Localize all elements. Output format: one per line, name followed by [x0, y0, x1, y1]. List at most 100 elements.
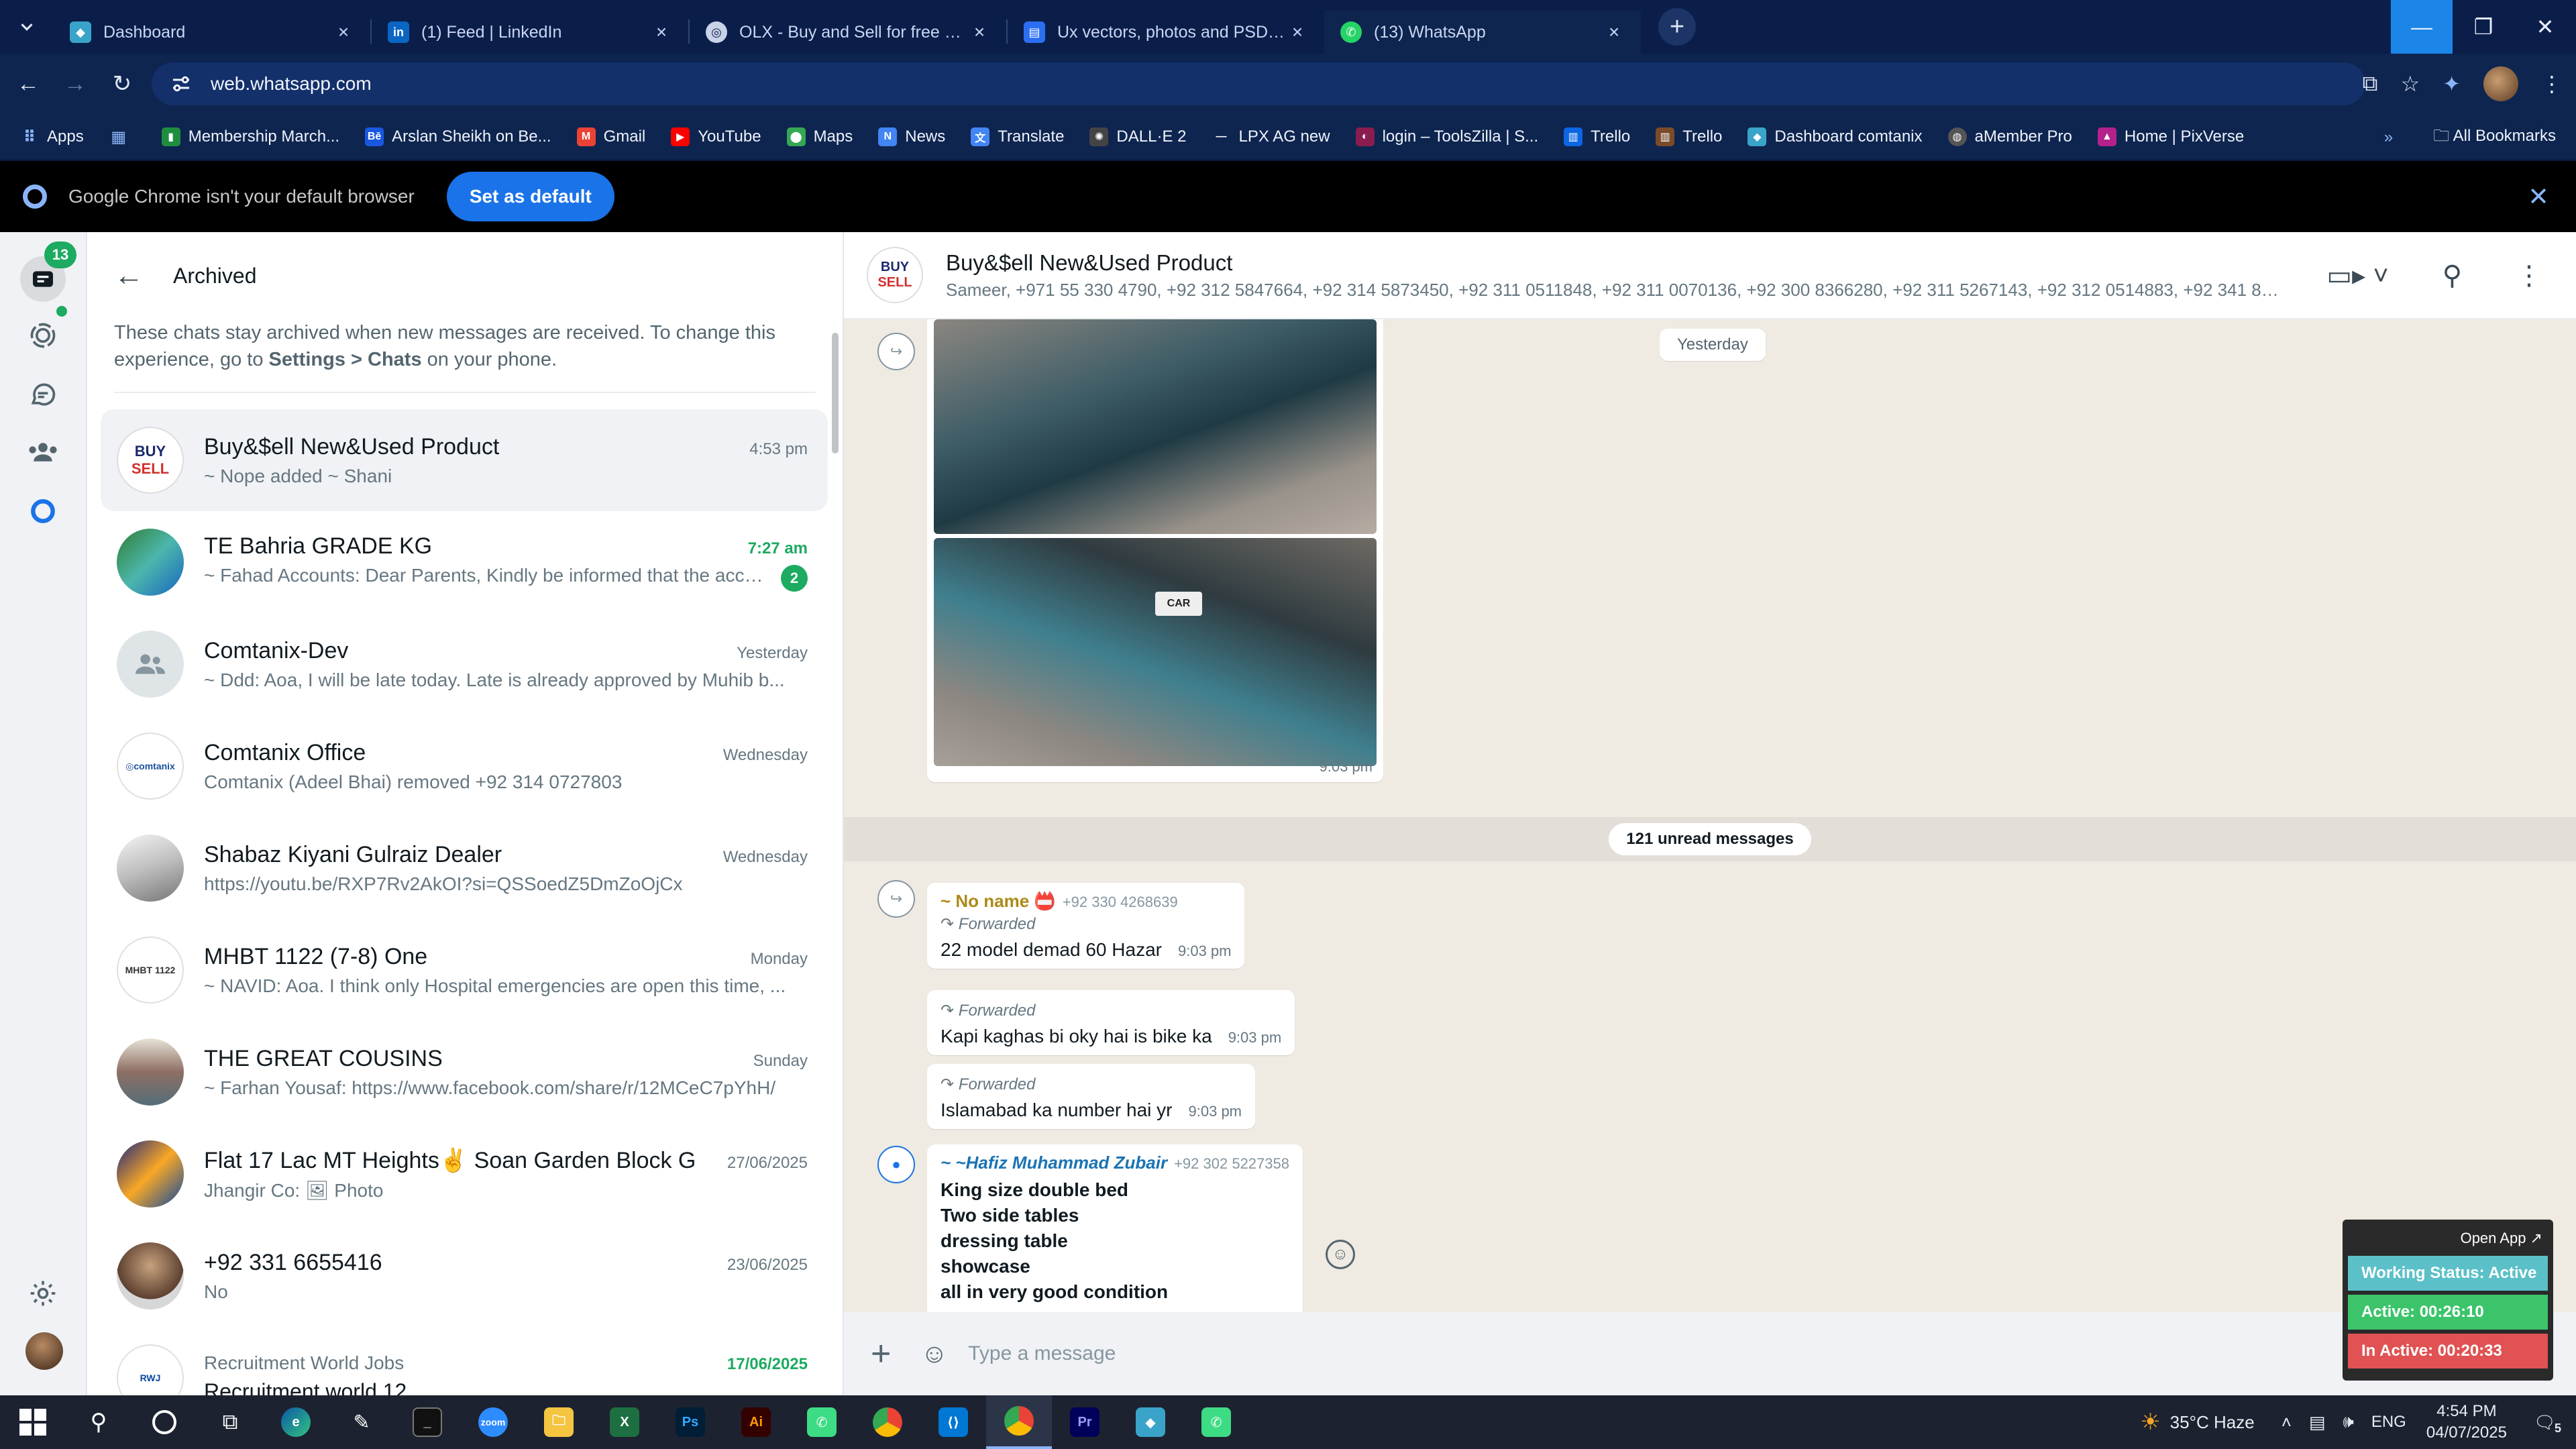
video-call-icon[interactable]: ▭▸ ˅: [2326, 260, 2388, 291]
pen-tool-icon[interactable]: ✎: [329, 1395, 394, 1449]
bookmark-trello-2[interactable]: ▥ Trello: [1656, 127, 1722, 146]
sticker-icon[interactable]: ☺: [920, 1339, 948, 1369]
sender-name[interactable]: ~ ~Hafiz Muhammad Zubair: [941, 1152, 1167, 1173]
attach-plus-icon[interactable]: +: [871, 1334, 891, 1374]
bookmark-grid[interactable]: ▦: [109, 127, 136, 146]
react-emoji-icon[interactable]: ☺: [1326, 1240, 1355, 1269]
bookmark-behance[interactable]: Bē Arslan Sheikh on Be...: [365, 127, 551, 146]
bookmark-membership[interactable]: ▮ Membership March...: [161, 127, 339, 146]
message-bubble[interactable]: ↷ Forwarded Islamabad ka number hai yr 9:…: [927, 1064, 1256, 1129]
settings-gear-icon[interactable]: [20, 1271, 66, 1316]
chat-list-scrollbar[interactable]: [832, 333, 839, 453]
search-icon[interactable]: ⚲: [2443, 260, 2462, 291]
weather-text[interactable]: 35°C Haze: [2170, 1412, 2255, 1433]
chrome-active-icon[interactable]: [986, 1395, 1052, 1449]
back-button[interactable]: ←: [9, 65, 47, 103]
menu-icon[interactable]: ⋮: [2516, 260, 2542, 291]
conversation-header[interactable]: BUY SELL Buy&$ell New&Used Product Sameer…: [844, 232, 2576, 319]
vscode-icon[interactable]: ⟨⟩: [920, 1395, 986, 1449]
forward-sender-icon[interactable]: ↪: [877, 333, 915, 370]
bookmark-translate[interactable]: 文 Translate: [971, 127, 1064, 146]
chrome-icon[interactable]: [855, 1395, 920, 1449]
close-icon[interactable]: ×: [651, 21, 672, 43]
close-icon[interactable]: ✕: [2528, 182, 2549, 212]
terminal-icon[interactable]: _: [394, 1395, 460, 1449]
bookmark-toolszilla[interactable]: ◐ login – ToolsZilla | S...: [1355, 127, 1538, 146]
motorbike-photo[interactable]: [934, 319, 1377, 534]
image-message[interactable]: CAR 9:03 pm: [927, 313, 1383, 782]
bookmark-youtube[interactable]: ▶ YouTube: [671, 127, 761, 146]
chat-item-comtanix-office[interactable]: ◎comtanix Comtanix Office Wednesday Comta…: [101, 715, 828, 817]
bookmark-lpx[interactable]: — LPX AG new: [1212, 127, 1330, 146]
weather-icon[interactable]: ☀: [2140, 1409, 2160, 1436]
chat-item-flat-17-lac[interactable]: Flat 17 Lac MT Heights✌️ Soan Garden Blo…: [101, 1123, 828, 1225]
chat-item-phone-6655416[interactable]: +92 331 6655416 23/06/2025 No: [101, 1225, 828, 1327]
language-indicator[interactable]: ENG: [2371, 1413, 2406, 1432]
chat-item-recruitment-world[interactable]: RWJ Recruitment World Jobs 17/06/2025 Rec…: [101, 1327, 828, 1395]
edge-icon[interactable]: e: [263, 1395, 329, 1449]
photoshop-icon[interactable]: Ps: [657, 1395, 723, 1449]
site-settings-icon[interactable]: [169, 72, 193, 96]
phone-app-icon[interactable]: ✆: [789, 1395, 855, 1449]
tab-olx[interactable]: ◎ OLX - Buy and Sell for free anyw ×: [690, 11, 1006, 54]
more-bookmarks-icon[interactable]: »: [2384, 128, 2393, 147]
chat-item-te-bahria[interactable]: TE Bahria GRADE KG 7:27 am ~ Fahad Accoun…: [101, 511, 828, 613]
sender-name[interactable]: ~ No name 📛: [941, 891, 1056, 911]
task-view-icon[interactable]: ⧉: [197, 1395, 263, 1449]
chat-item-great-cousins[interactable]: THE GREAT COUSINS Sunday ~ Farhan Yousaf:…: [101, 1021, 828, 1123]
tab-linkedin[interactable]: in (1) Feed | LinkedIn ×: [372, 11, 688, 54]
bookmark-amember[interactable]: ◍ aMember Pro: [1947, 127, 2072, 146]
bookmark-maps[interactable]: ⬤ Maps: [786, 127, 853, 146]
message-bubble[interactable]: ↷ Forwarded Kapi kaghas bi oky hai is bi…: [927, 990, 1295, 1055]
new-tab-button[interactable]: +: [1658, 8, 1696, 46]
address-bar[interactable]: web.whatsapp.com: [152, 62, 2365, 105]
status-icon[interactable]: [20, 313, 66, 358]
chat-item-comtanix-dev[interactable]: Comtanix-Dev Yesterday ~ Ddd: Aoa, I will…: [101, 613, 828, 715]
bookmark-dashboard-comtanix[interactable]: ◆ Dashboard comtanix: [1748, 127, 1923, 146]
message-bubble[interactable]: ~ ~Hafiz Muhammad Zubair +92 302 5227358 …: [927, 1144, 1303, 1319]
chat-item-shabaz-kiyani[interactable]: Shabaz Kiyani Gulraiz Dealer Wednesday ht…: [101, 817, 828, 919]
bookmark-apps[interactable]: ⠿ Apps: [20, 127, 84, 146]
cortana-icon[interactable]: [131, 1395, 197, 1449]
close-icon[interactable]: ×: [969, 21, 990, 43]
app-diamond-icon[interactable]: ◆: [1118, 1395, 1183, 1449]
communities-icon[interactable]: [20, 429, 66, 475]
zoom-icon[interactable]: zoom: [460, 1395, 526, 1449]
close-icon[interactable]: ×: [333, 21, 354, 43]
menu-icon[interactable]: ⋮: [2541, 71, 2563, 97]
search-icon[interactable]: ⚲: [66, 1395, 131, 1449]
meta-ai-icon[interactable]: [20, 488, 66, 534]
clock[interactable]: 4:54 PM 04/07/2025: [2426, 1401, 2507, 1444]
tab-search-button[interactable]: [0, 0, 54, 54]
forward-sender-icon[interactable]: ↪: [877, 880, 915, 918]
profile-avatar[interactable]: [2483, 66, 2518, 101]
message-bubble[interactable]: ~ No name 📛 +92 330 4268639 ↷ Forwarded 2…: [927, 883, 1245, 969]
excel-icon[interactable]: X: [592, 1395, 657, 1449]
tab-dashboard[interactable]: ◆ Dashboard ×: [54, 11, 370, 54]
group-avatar[interactable]: BUY SELL: [867, 247, 923, 303]
all-bookmarks[interactable]: 🗀 All Bookmarks: [2433, 124, 2556, 152]
install-app-icon[interactable]: ⧉: [2363, 71, 2378, 97]
start-button[interactable]: [0, 1395, 66, 1449]
notifications-icon[interactable]: 🗨 5: [2534, 1412, 2561, 1435]
close-icon[interactable]: ×: [1287, 21, 1308, 43]
close-icon[interactable]: ×: [1603, 21, 1625, 43]
network-icon[interactable]: ▤: [2309, 1412, 2326, 1433]
bookmark-pixverse[interactable]: ▲ Home | PixVerse: [2097, 127, 2244, 146]
tab-whatsapp[interactable]: ✆ (13) WhatsApp ×: [1324, 11, 1641, 54]
chevron-up-icon[interactable]: ˄: [2282, 1412, 2292, 1433]
motorbike-photo[interactable]: CAR: [934, 538, 1377, 766]
minimize-button[interactable]: —: [2391, 0, 2453, 54]
volume-icon[interactable]: 🕪: [2343, 1411, 2353, 1433]
chat-item-mhbt-1122[interactable]: MHBT 1122 MHBT 1122 (7-8) One Monday ~ NA…: [101, 919, 828, 1021]
close-window-button[interactable]: ✕: [2514, 0, 2576, 54]
message-input[interactable]: Type a message: [968, 1342, 1116, 1365]
premiere-icon[interactable]: Pr: [1052, 1395, 1118, 1449]
file-explorer-icon[interactable]: 🗀: [526, 1395, 592, 1449]
bookmark-news[interactable]: N News: [878, 127, 945, 146]
restore-button[interactable]: ❐: [2453, 0, 2514, 54]
back-arrow-icon[interactable]: ←: [114, 259, 144, 292]
extensions-icon[interactable]: ✦: [2443, 71, 2461, 97]
illustrator-icon[interactable]: Ai: [723, 1395, 789, 1449]
bookmark-gmail[interactable]: M Gmail: [576, 127, 645, 146]
